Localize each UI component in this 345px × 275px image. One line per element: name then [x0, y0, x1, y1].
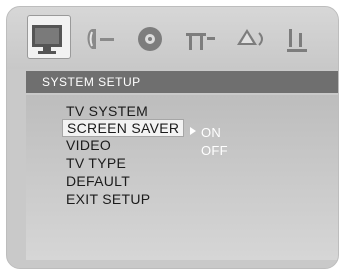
menu-item-label: SCREEN SAVER	[67, 120, 180, 136]
setup-tabs	[7, 7, 338, 69]
page-title-text: SYSTEM SETUP	[42, 75, 141, 89]
page-title: SYSTEM SETUP	[26, 71, 338, 93]
menu-item-tv-type[interactable]: TV TYPE	[66, 155, 126, 171]
option-off[interactable]: OFF	[201, 143, 228, 158]
speaker-setup-icon[interactable]	[229, 19, 269, 59]
menu-item-exit-setup[interactable]: EXIT SETUP	[66, 191, 150, 207]
menu-item-default[interactable]: DEFAULT	[66, 173, 130, 189]
audio-setup-icon[interactable]	[80, 19, 120, 59]
menu-item-label: VIDEO	[66, 137, 112, 153]
osd-screen: SYSTEM SETUP TV SYSTEM SCREEN SAVER VIDE…	[6, 6, 339, 269]
preference-setup-icon[interactable]	[180, 19, 220, 59]
menu-item-tv-system[interactable]: TV SYSTEM	[66, 103, 148, 119]
equalizer-setup-icon[interactable]	[279, 19, 319, 59]
menu-item-label: EXIT SETUP	[66, 191, 151, 207]
menu-item-video[interactable]: VIDEO	[66, 137, 111, 153]
video-setup-icon[interactable]	[130, 19, 170, 59]
menu-item-label: TV TYPE	[66, 155, 127, 171]
option-label: ON	[201, 125, 222, 140]
menu-item-label: TV SYSTEM	[66, 103, 149, 119]
monitor-setup-icon[interactable]	[29, 19, 69, 59]
menu-panel: TV SYSTEM SCREEN SAVER VIDEO TV TYPE DEF…	[26, 95, 338, 260]
menu-item-label: DEFAULT	[66, 173, 131, 189]
submenu-arrow-icon	[190, 127, 196, 135]
menu-item-screen-saver[interactable]: SCREEN SAVER	[62, 119, 185, 137]
option-label: OFF	[201, 143, 228, 158]
option-on[interactable]: ON	[201, 125, 221, 140]
